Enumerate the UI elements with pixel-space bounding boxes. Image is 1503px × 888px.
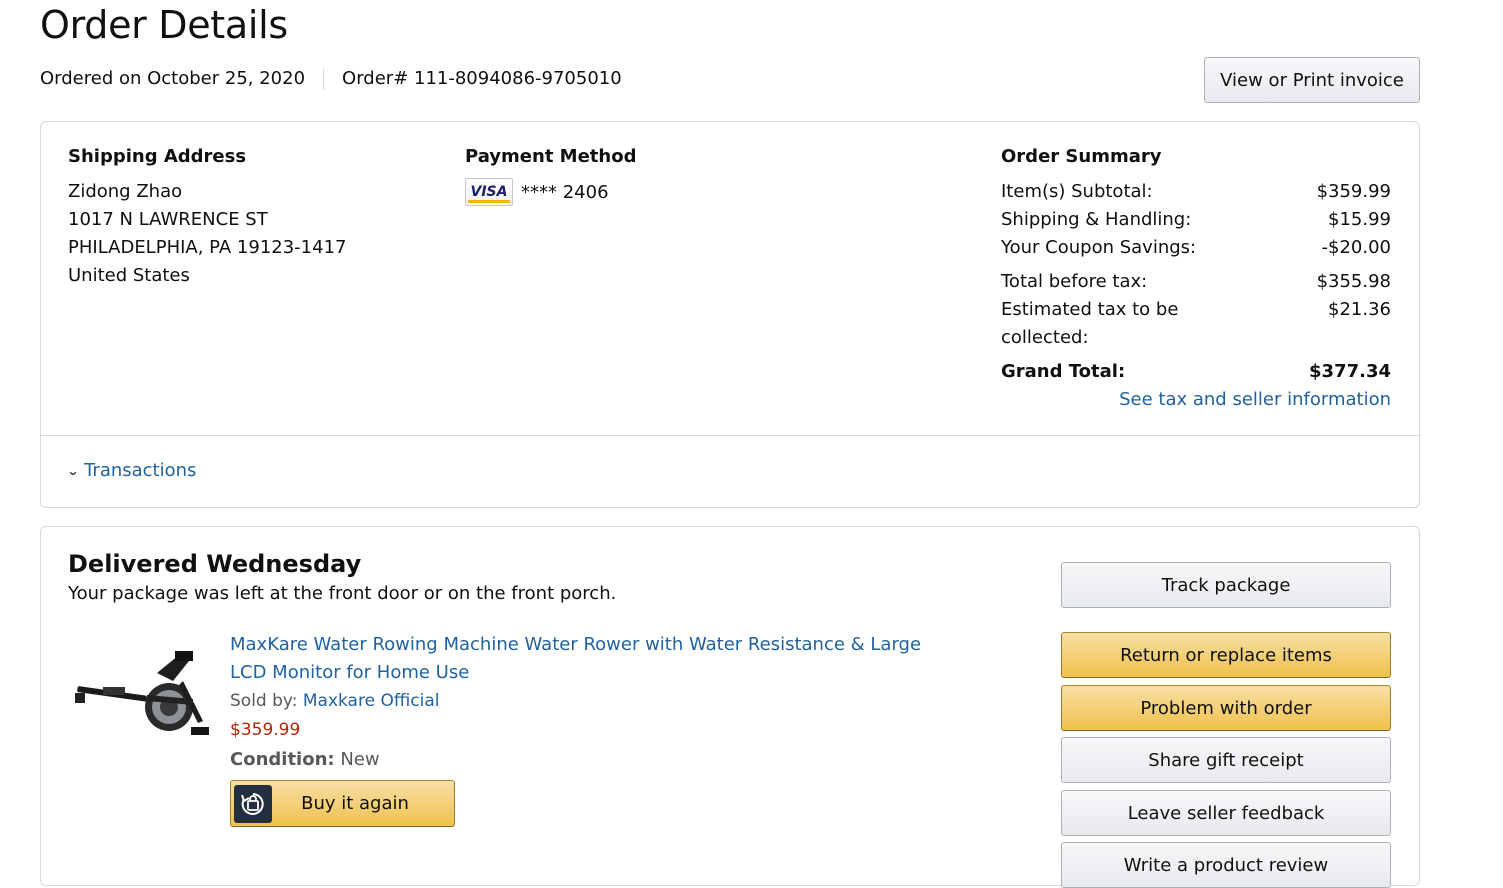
summary-row-subtotal: Item(s) Subtotal: $359.99	[1001, 178, 1391, 206]
summary-value: $21.36	[1328, 299, 1391, 320]
summary-label: Shipping & Handling:	[1001, 209, 1192, 230]
return-replace-items-button[interactable]: Return or replace items	[1061, 632, 1391, 678]
product-image[interactable]	[73, 651, 213, 747]
summary-row-coupon: Your Coupon Savings: -$20.00	[1001, 234, 1391, 262]
summary-label: Your Coupon Savings:	[1001, 237, 1197, 258]
card-number: **** 2406	[521, 181, 609, 203]
address-line: Zidong Zhao	[68, 181, 183, 202]
meta-divider	[323, 68, 325, 90]
track-package-button[interactable]: Track package	[1061, 562, 1391, 608]
sold-by: Sold by: Maxkare Official	[230, 687, 960, 716]
address-line: 1017 N LAWRENCE ST	[68, 209, 268, 230]
shipping-address: Zidong Zhao 1017 N LAWRENCE ST PHILADELP…	[68, 178, 346, 290]
sold-by-label: Sold by:	[230, 691, 298, 711]
address-line: United States	[68, 265, 190, 286]
shipment-box: Delivered Wednesday Your package was lef…	[40, 526, 1420, 888]
summary-label: Total before tax:	[1001, 271, 1148, 292]
summary-value: $359.99	[1316, 181, 1391, 202]
order-summary: Item(s) Subtotal: $359.99 Shipping & Han…	[1001, 178, 1391, 414]
chevron-down-icon: ⌄	[66, 464, 80, 478]
condition-label: Condition:	[230, 749, 335, 770]
seller-link[interactable]: Maxkare Official	[303, 691, 440, 711]
condition-value: New	[340, 749, 380, 770]
order-number: Order# 111-8094086-9705010	[342, 68, 622, 89]
product-title-link[interactable]: MaxKare Water Rowing Machine Water Rower…	[230, 631, 960, 687]
summary-label: Grand Total:	[1001, 361, 1126, 382]
summary-row-grand-total: Grand Total: $377.34	[1001, 358, 1391, 386]
shipping-address-heading: Shipping Address	[68, 146, 247, 167]
reorder-icon	[234, 784, 272, 823]
buy-it-again-button[interactable]: Buy it again	[230, 780, 455, 827]
see-tax-seller-info-link[interactable]: See tax and seller information	[1001, 386, 1391, 414]
summary-row-before-tax: Total before tax: $355.98	[1001, 268, 1391, 296]
transactions-toggle[interactable]: ⌄ Transactions	[66, 458, 196, 484]
write-product-review-button[interactable]: Write a product review	[1061, 842, 1391, 888]
address-line: PHILADELPHIA, PA 19123-1417	[68, 237, 347, 258]
summary-value: $15.99	[1328, 209, 1391, 230]
order-meta: Ordered on October 25, 2020 Order# 111-8…	[40, 66, 622, 92]
buy-it-again-label: Buy it again	[301, 793, 409, 814]
summary-row-tax: Estimated tax to be collected: $21.36	[1001, 296, 1391, 352]
summary-value: $377.34	[1309, 361, 1391, 382]
product-price: $359.99	[230, 720, 301, 740]
delivery-note: Your package was left at the front door …	[68, 583, 617, 604]
problem-with-order-button[interactable]: Problem with order	[1061, 685, 1391, 731]
summary-value: $355.98	[1316, 271, 1391, 292]
delivery-status: Delivered Wednesday	[68, 550, 362, 578]
summary-label: Estimated tax to be collected:	[1001, 299, 1179, 348]
summary-row-shipping: Shipping & Handling: $15.99	[1001, 206, 1391, 234]
page-title: Order Details	[40, 3, 288, 47]
share-gift-receipt-button[interactable]: Share gift receipt	[1061, 737, 1391, 783]
view-print-invoice-button[interactable]: View or Print invoice	[1204, 57, 1420, 103]
transactions-link[interactable]: Transactions	[84, 458, 196, 484]
leave-seller-feedback-button[interactable]: Leave seller feedback	[1061, 790, 1391, 836]
summary-label: Item(s) Subtotal:	[1001, 181, 1153, 202]
order-date: Ordered on October 25, 2020	[40, 68, 306, 89]
section-divider	[41, 435, 1419, 436]
payment-method-heading: Payment Method	[465, 146, 637, 167]
visa-card-icon: VISA	[465, 178, 513, 206]
order-summary-box: Shipping Address Zidong Zhao 1017 N LAWR…	[40, 121, 1420, 508]
product-condition: Condition: New	[230, 745, 960, 774]
payment-method: VISA **** 2406	[465, 178, 609, 206]
product-info: MaxKare Water Rowing Machine Water Rower…	[230, 631, 960, 774]
summary-value: -$20.00	[1321, 237, 1391, 258]
order-summary-heading: Order Summary	[1001, 146, 1162, 167]
